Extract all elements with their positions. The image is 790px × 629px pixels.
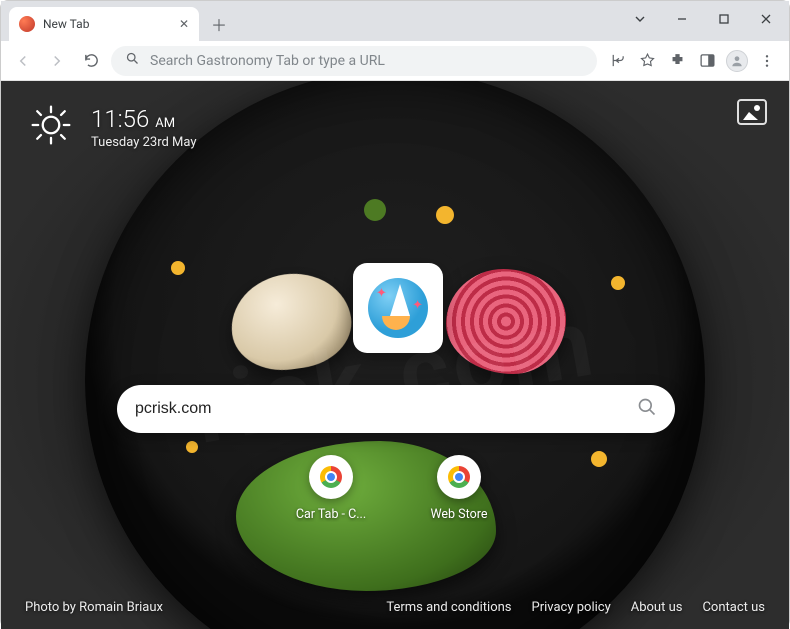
bookmark-icon[interactable]	[633, 47, 661, 75]
browser-toolbar: Search Gastronomy Tab or type a URL	[1, 41, 789, 81]
kebab-menu-icon[interactable]	[753, 47, 781, 75]
sun-icon	[29, 103, 73, 151]
maximize-icon[interactable]	[705, 5, 743, 33]
page-footer: Photo by Romain Briaux Terms and conditi…	[1, 585, 789, 629]
new-tab-page: rick.com 11:56 AM Tuesday 23rd May ✦✦	[1, 81, 789, 629]
search-icon[interactable]	[637, 397, 657, 421]
tab-favicon	[19, 16, 35, 32]
shortcut-car-tab[interactable]: Car Tab - C...	[291, 455, 371, 522]
weather-clock-widget[interactable]: 11:56 AM Tuesday 23rd May	[29, 103, 197, 151]
omnibox[interactable]: Search Gastronomy Tab or type a URL	[111, 46, 597, 76]
shortcut-label: Web Store	[419, 507, 499, 522]
close-tab-icon[interactable]: ✕	[179, 17, 189, 31]
chrome-icon	[320, 466, 342, 488]
tab-title: New Tab	[43, 17, 171, 31]
extensions-icon[interactable]	[663, 47, 691, 75]
browser-tab[interactable]: New Tab ✕	[9, 7, 199, 41]
food-decor	[446, 269, 566, 374]
clock: 11:56 AM Tuesday 23rd May	[91, 105, 197, 150]
footer-links: Terms and conditions Privacy policy Abou…	[386, 600, 765, 615]
food-decor	[364, 199, 386, 221]
shortcut-label: Car Tab - C...	[291, 507, 371, 522]
minimize-icon[interactable]	[663, 5, 701, 33]
page-search-bar[interactable]	[117, 385, 675, 433]
extension-logo-tile[interactable]: ✦✦	[353, 263, 443, 353]
chrome-icon	[448, 466, 470, 488]
footer-link-about[interactable]: About us	[631, 600, 683, 615]
shortcuts-row: Car Tab - C... Web Store	[1, 455, 789, 522]
clock-ampm: AM	[155, 116, 175, 131]
food-decor	[436, 206, 454, 224]
tabs-dropdown-icon[interactable]	[621, 5, 659, 33]
footer-link-terms[interactable]: Terms and conditions	[386, 600, 511, 615]
food-decor	[186, 441, 198, 453]
footer-link-contact[interactable]: Contact us	[702, 600, 765, 615]
forward-button[interactable]	[43, 47, 71, 75]
back-button[interactable]	[9, 47, 37, 75]
photo-credit: Photo by Romain Briaux	[25, 600, 163, 615]
change-wallpaper-icon[interactable]	[737, 99, 767, 125]
reload-button[interactable]	[77, 47, 105, 75]
sidepanel-icon[interactable]	[693, 47, 721, 75]
food-decor	[171, 261, 185, 275]
food-decor	[611, 276, 625, 290]
search-icon	[125, 51, 140, 70]
omnibox-placeholder: Search Gastronomy Tab or type a URL	[150, 53, 385, 69]
gastronomy-icon: ✦✦	[368, 278, 428, 338]
window-titlebar: New Tab ✕ ＋	[1, 1, 789, 41]
share-icon[interactable]	[603, 47, 631, 75]
footer-link-privacy[interactable]: Privacy policy	[532, 600, 611, 615]
profile-avatar[interactable]	[723, 47, 751, 75]
close-window-icon[interactable]	[747, 5, 785, 33]
new-tab-button[interactable]: ＋	[205, 10, 233, 38]
shortcut-web-store[interactable]: Web Store	[419, 455, 499, 522]
clock-date: Tuesday 23rd May	[91, 135, 197, 150]
page-search-input[interactable]	[135, 400, 637, 418]
clock-time: 11:56	[91, 105, 149, 133]
window-controls	[621, 5, 785, 33]
